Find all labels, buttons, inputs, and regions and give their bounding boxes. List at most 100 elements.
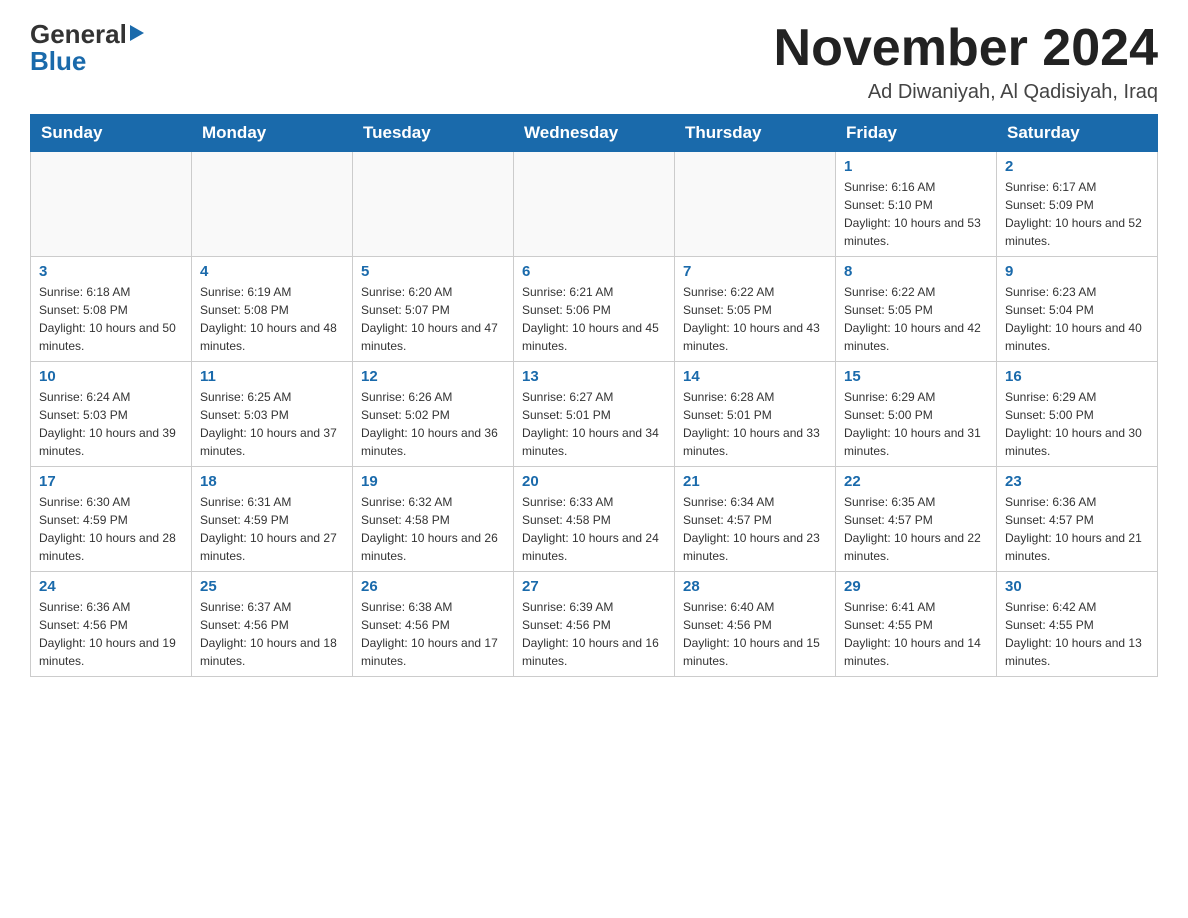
title-section: November 2024 Ad Diwaniyah, Al Qadisiyah… — [774, 20, 1158, 104]
day-number: 4 — [200, 263, 344, 280]
calendar-day-header: Sunday — [31, 115, 192, 152]
day-info: Sunrise: 6:37 AM Sunset: 4:56 PM Dayligh… — [200, 598, 344, 670]
calendar-week-row: 17 Sunrise: 6:30 AM Sunset: 4:59 PM Dayli… — [31, 467, 1158, 572]
day-info: Sunrise: 6:25 AM Sunset: 5:03 PM Dayligh… — [200, 388, 344, 460]
day-number: 30 — [1005, 578, 1149, 595]
day-info: Sunrise: 6:22 AM Sunset: 5:05 PM Dayligh… — [844, 283, 988, 355]
day-number: 24 — [39, 578, 183, 595]
calendar-cell: 4Sunrise: 6:19 AM Sunset: 5:08 PM Daylig… — [192, 257, 353, 362]
day-info: Sunrise: 6:26 AM Sunset: 5:02 PM Dayligh… — [361, 388, 505, 460]
day-number: 6 — [522, 263, 666, 280]
day-number: 11 — [200, 368, 344, 385]
day-number: 23 — [1005, 473, 1149, 490]
calendar-week-row: 10 Sunrise: 6:24 AM Sunset: 5:03 PM Dayli… — [31, 362, 1158, 467]
day-info: Sunrise: 6:35 AM Sunset: 4:57 PM Dayligh… — [844, 493, 988, 565]
calendar-day-header: Wednesday — [514, 115, 675, 152]
calendar-cell: 17 Sunrise: 6:30 AM Sunset: 4:59 PM Dayli… — [31, 467, 192, 572]
day-info: Sunrise: 6:36 AM Sunset: 4:56 PM Dayligh… — [39, 598, 183, 670]
day-info: Sunrise: 6:29 AM Sunset: 5:00 PM Dayligh… — [1005, 388, 1149, 460]
month-title: November 2024 — [774, 20, 1158, 77]
calendar-cell: 23 Sunrise: 6:36 AM Sunset: 4:57 PM Dayli… — [997, 467, 1158, 572]
calendar-week-row: 3 Sunrise: 6:18 AM Sunset: 5:08 PM Daylig… — [31, 257, 1158, 362]
calendar-cell: 27 Sunrise: 6:39 AM Sunset: 4:56 PM Dayli… — [514, 572, 675, 677]
day-info: Sunrise: 6:23 AM Sunset: 5:04 PM Dayligh… — [1005, 283, 1149, 355]
calendar-cell: 5 Sunrise: 6:20 AM Sunset: 5:07 PM Daylig… — [353, 257, 514, 362]
calendar-cell — [192, 152, 353, 257]
calendar-cell: 9 Sunrise: 6:23 AM Sunset: 5:04 PM Daylig… — [997, 257, 1158, 362]
day-info: Sunrise: 6:27 AM Sunset: 5:01 PM Dayligh… — [522, 388, 666, 460]
day-number: 10 — [39, 368, 183, 385]
day-info: Sunrise: 6:28 AM Sunset: 5:01 PM Dayligh… — [683, 388, 827, 460]
day-info: Sunrise: 6:24 AM Sunset: 5:03 PM Dayligh… — [39, 388, 183, 460]
calendar-cell: 2 Sunrise: 6:17 AM Sunset: 5:09 PM Daylig… — [997, 152, 1158, 257]
day-info: Sunrise: 6:22 AM Sunset: 5:05 PM Dayligh… — [683, 283, 827, 355]
page-header: General Blue November 2024 Ad Diwaniyah,… — [30, 20, 1158, 104]
calendar-cell — [31, 152, 192, 257]
day-number: 12 — [361, 368, 505, 385]
day-info: Sunrise: 6:32 AM Sunset: 4:58 PM Dayligh… — [361, 493, 505, 565]
calendar-day-header: Monday — [192, 115, 353, 152]
calendar-cell: 1 Sunrise: 6:16 AM Sunset: 5:10 PM Daylig… — [836, 152, 997, 257]
calendar-cell: 18 Sunrise: 6:31 AM Sunset: 4:59 PM Dayli… — [192, 467, 353, 572]
day-number: 20 — [522, 473, 666, 490]
day-number: 22 — [844, 473, 988, 490]
day-number: 7 — [683, 263, 827, 280]
day-info: Sunrise: 6:17 AM Sunset: 5:09 PM Dayligh… — [1005, 178, 1149, 250]
day-number: 16 — [1005, 368, 1149, 385]
calendar-day-header: Saturday — [997, 115, 1158, 152]
calendar-table: SundayMondayTuesdayWednesdayThursdayFrid… — [30, 114, 1158, 677]
day-number: 14 — [683, 368, 827, 385]
day-info: Sunrise: 6:16 AM Sunset: 5:10 PM Dayligh… — [844, 178, 988, 250]
day-number: 17 — [39, 473, 183, 490]
calendar-week-row: 24 Sunrise: 6:36 AM Sunset: 4:56 PM Dayli… — [31, 572, 1158, 677]
calendar-cell: 26 Sunrise: 6:38 AM Sunset: 4:56 PM Dayli… — [353, 572, 514, 677]
calendar-cell: 28Sunrise: 6:40 AM Sunset: 4:56 PM Dayli… — [675, 572, 836, 677]
calendar-cell — [353, 152, 514, 257]
day-info: Sunrise: 6:41 AM Sunset: 4:55 PM Dayligh… — [844, 598, 988, 670]
day-info: Sunrise: 6:34 AM Sunset: 4:57 PM Dayligh… — [683, 493, 827, 565]
calendar-cell: 16 Sunrise: 6:29 AM Sunset: 5:00 PM Dayli… — [997, 362, 1158, 467]
calendar-cell: 15Sunrise: 6:29 AM Sunset: 5:00 PM Dayli… — [836, 362, 997, 467]
calendar-cell: 22 Sunrise: 6:35 AM Sunset: 4:57 PM Dayli… — [836, 467, 997, 572]
day-number: 25 — [200, 578, 344, 595]
day-number: 5 — [361, 263, 505, 280]
calendar-cell: 11 Sunrise: 6:25 AM Sunset: 5:03 PM Dayli… — [192, 362, 353, 467]
day-info: Sunrise: 6:21 AM Sunset: 5:06 PM Dayligh… — [522, 283, 666, 355]
day-info: Sunrise: 6:18 AM Sunset: 5:08 PM Dayligh… — [39, 283, 183, 355]
calendar-cell: 25 Sunrise: 6:37 AM Sunset: 4:56 PM Dayli… — [192, 572, 353, 677]
day-number: 18 — [200, 473, 344, 490]
day-number: 2 — [1005, 158, 1149, 175]
day-number: 3 — [39, 263, 183, 280]
day-number: 9 — [1005, 263, 1149, 280]
day-info: Sunrise: 6:36 AM Sunset: 4:57 PM Dayligh… — [1005, 493, 1149, 565]
day-number: 26 — [361, 578, 505, 595]
day-number: 1 — [844, 158, 988, 175]
day-number: 21 — [683, 473, 827, 490]
calendar-cell: 24 Sunrise: 6:36 AM Sunset: 4:56 PM Dayli… — [31, 572, 192, 677]
day-number: 8 — [844, 263, 988, 280]
day-number: 19 — [361, 473, 505, 490]
calendar-cell: 30Sunrise: 6:42 AM Sunset: 4:55 PM Dayli… — [997, 572, 1158, 677]
calendar-cell: 10 Sunrise: 6:24 AM Sunset: 5:03 PM Dayli… — [31, 362, 192, 467]
day-number: 15 — [844, 368, 988, 385]
logo-blue-text: Blue — [30, 47, 146, 76]
day-info: Sunrise: 6:31 AM Sunset: 4:59 PM Dayligh… — [200, 493, 344, 565]
logo: General Blue — [30, 20, 146, 75]
calendar-week-row: 1 Sunrise: 6:16 AM Sunset: 5:10 PM Daylig… — [31, 152, 1158, 257]
calendar-day-header: Thursday — [675, 115, 836, 152]
calendar-cell: 19 Sunrise: 6:32 AM Sunset: 4:58 PM Dayli… — [353, 467, 514, 572]
day-info: Sunrise: 6:38 AM Sunset: 4:56 PM Dayligh… — [361, 598, 505, 670]
calendar-cell — [675, 152, 836, 257]
day-number: 13 — [522, 368, 666, 385]
calendar-day-header: Tuesday — [353, 115, 514, 152]
location-text: Ad Diwaniyah, Al Qadisiyah, Iraq — [774, 81, 1158, 104]
calendar-cell: 6 Sunrise: 6:21 AM Sunset: 5:06 PM Daylig… — [514, 257, 675, 362]
day-info: Sunrise: 6:39 AM Sunset: 4:56 PM Dayligh… — [522, 598, 666, 670]
calendar-cell: 8 Sunrise: 6:22 AM Sunset: 5:05 PM Daylig… — [836, 257, 997, 362]
calendar-header-row: SundayMondayTuesdayWednesdayThursdayFrid… — [31, 115, 1158, 152]
day-number: 27 — [522, 578, 666, 595]
day-info: Sunrise: 6:33 AM Sunset: 4:58 PM Dayligh… — [522, 493, 666, 565]
day-info: Sunrise: 6:20 AM Sunset: 5:07 PM Dayligh… — [361, 283, 505, 355]
day-info: Sunrise: 6:30 AM Sunset: 4:59 PM Dayligh… — [39, 493, 183, 565]
day-info: Sunrise: 6:40 AM Sunset: 4:56 PM Dayligh… — [683, 598, 827, 670]
